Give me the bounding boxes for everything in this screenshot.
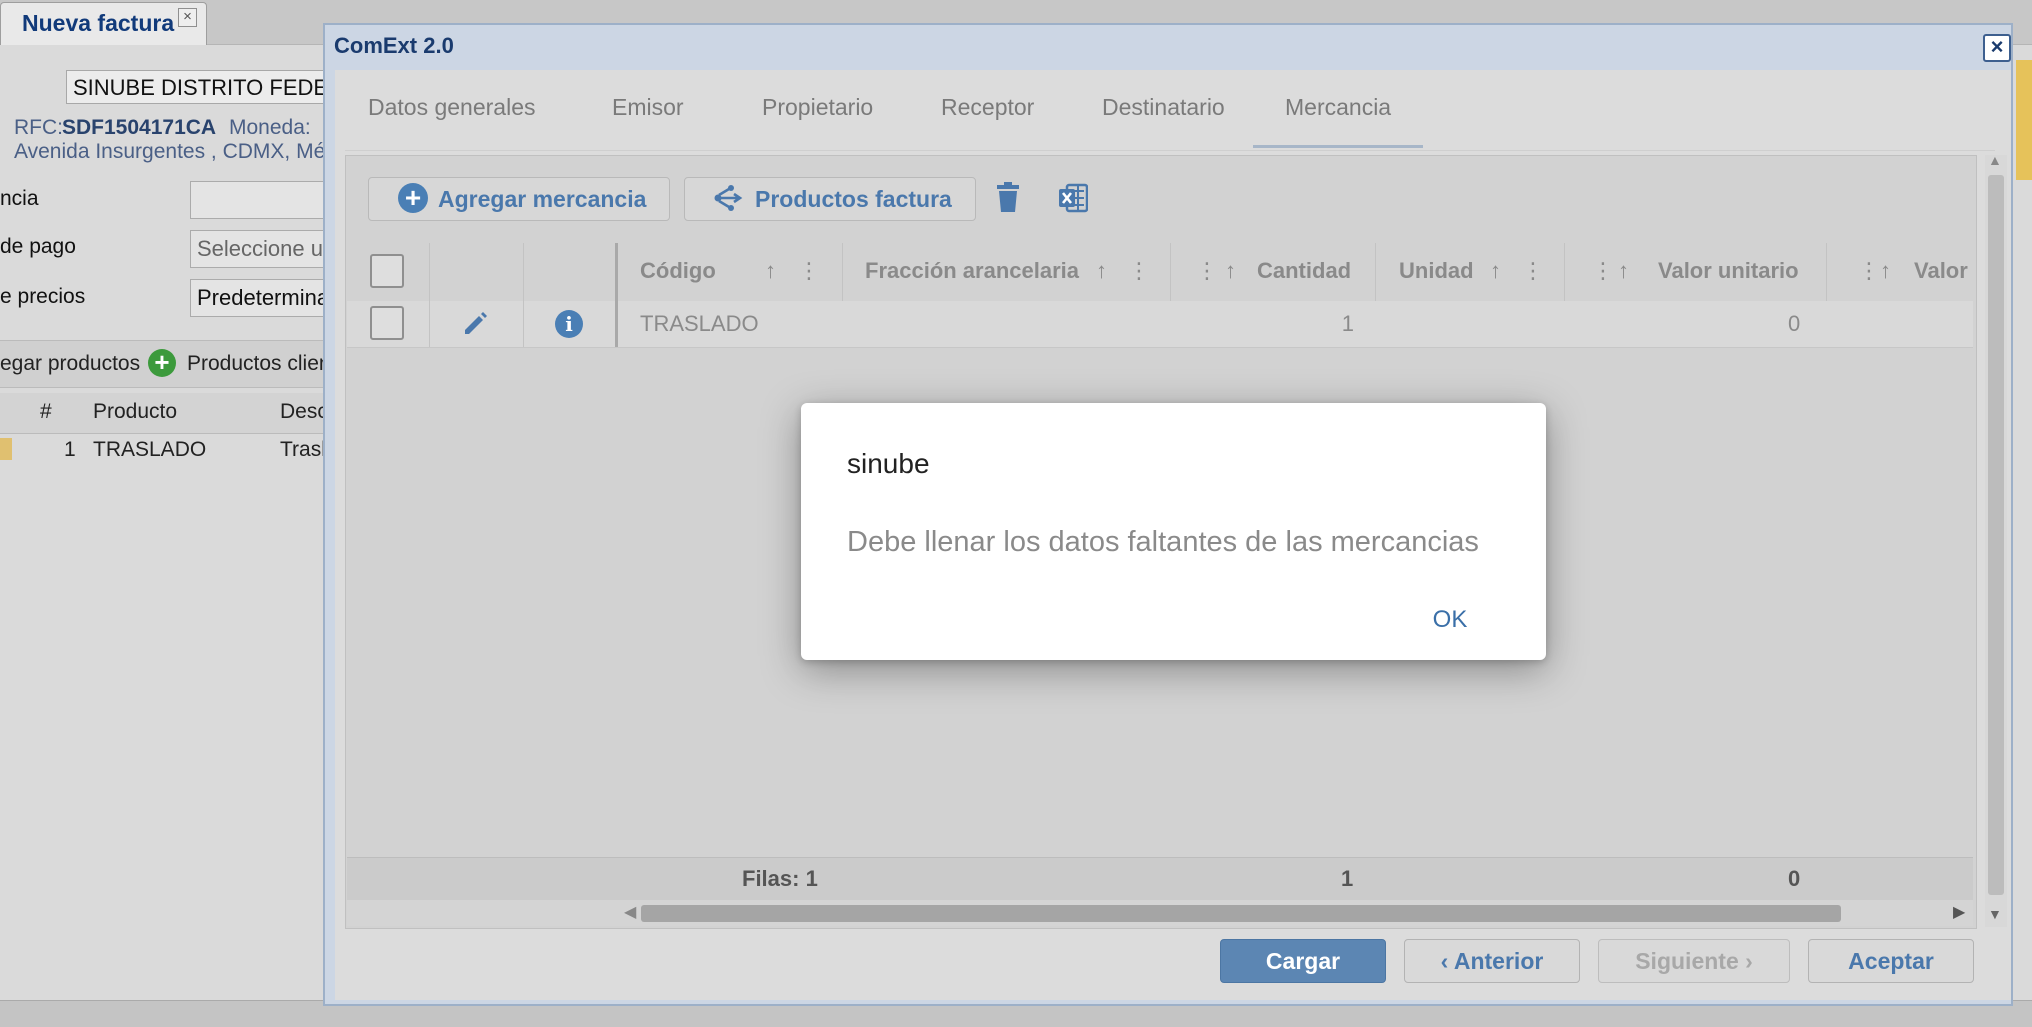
alert-message: Debe llenar los datos faltantes de las m… [847,526,1479,558]
ok-button[interactable]: OK [1420,600,1480,640]
alert-title: sinube [847,448,930,479]
